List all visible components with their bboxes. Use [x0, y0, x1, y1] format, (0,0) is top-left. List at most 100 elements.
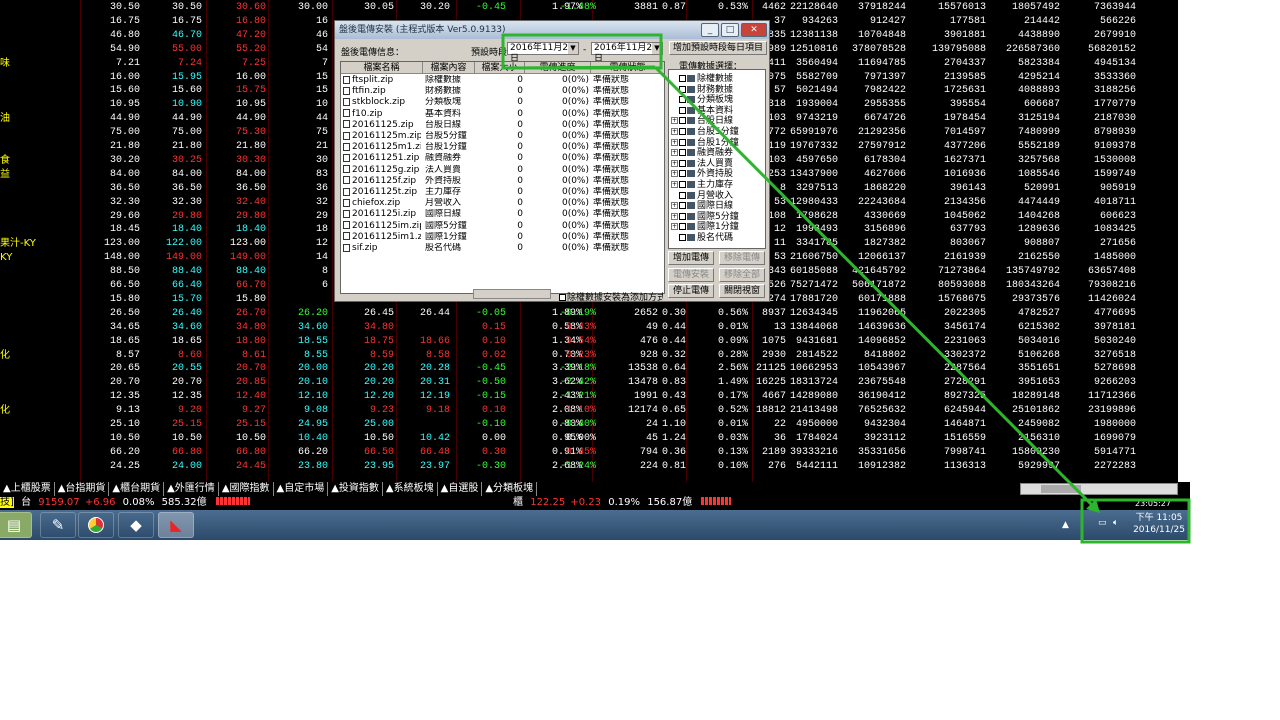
expand-icon[interactable]: +	[671, 212, 678, 220]
stop-download-button[interactable]: 停止電傳	[668, 284, 714, 298]
market-tab[interactable]: ▲上櫃股票	[0, 482, 55, 496]
market-tab[interactable]: ▲台指期貨	[55, 482, 110, 496]
expand-icon[interactable]: +	[671, 138, 678, 146]
tree-checkbox[interactable]	[679, 117, 686, 125]
tree-checkbox[interactable]	[679, 128, 686, 135]
tree-item[interactable]: + 法人買賣	[671, 159, 733, 170]
column-header[interactable]: 檔案名稱	[341, 62, 423, 74]
column-header[interactable]: 檔案大小	[475, 62, 525, 74]
expand-icon[interactable]: +	[671, 181, 678, 188]
file-row[interactable]: 20161125m.zip 台股5分鐘 0 0(0%) 準備狀態	[341, 131, 664, 142]
tray-expand-icon[interactable]: ▲	[1062, 520, 1069, 530]
tree-checkbox[interactable]	[679, 170, 686, 178]
file-row[interactable]: 20161125i.zip 國際日線 0 0(0%) 準備狀態	[341, 209, 664, 220]
tree-checkbox[interactable]	[679, 181, 686, 188]
table-row[interactable]: 10.50 10.50 10.50 10.40 10.50 10.42 0.00 0.95% 0…	[0, 432, 1190, 446]
volume-icon[interactable]: 🔈︎	[1113, 518, 1118, 528]
tree-checkbox[interactable]	[679, 191, 686, 199]
table-row[interactable]: 化 9.13 9.20 9.27 9.08 9.23 9.18 0.10 2.08% 1.10% 1…	[0, 404, 1190, 418]
tree-checkbox[interactable]	[679, 96, 686, 104]
vertical-scrollbar[interactable]	[1178, 0, 1190, 482]
file-row[interactable]: 20161125.zip 台股日線 0 0(0%) 準備狀態	[341, 120, 664, 131]
table-row[interactable]: 26.50 26.40 26.70 26.20 26.45 26.44 -0.05 1.89%…	[0, 307, 1190, 321]
tree-item[interactable]: + 主力庫存	[671, 180, 733, 191]
tree-checkbox[interactable]	[679, 149, 686, 157]
remove-all-button[interactable]: 移除全部	[719, 268, 765, 282]
tree-checkbox[interactable]	[679, 85, 686, 93]
market-tab[interactable]: ▲系統板塊	[383, 482, 438, 496]
expand-icon[interactable]: +	[671, 223, 678, 231]
market-tab[interactable]: ▲投資指數	[328, 482, 383, 496]
append-checkbox-row[interactable]: 除權數據安裝為添加方式	[559, 290, 663, 303]
tree-checkbox[interactable]	[679, 159, 686, 167]
tree-checkbox[interactable]	[679, 106, 686, 114]
market-tab[interactable]: ▲分類板塊	[482, 482, 538, 496]
trading-app-icon[interactable]: ◣	[158, 512, 194, 538]
date-to-select[interactable]: 2016年11月25日 ▼	[591, 42, 663, 64]
table-row[interactable]: 20.65 20.55 20.70 20.00 20.20 20.28 -0.45 3.39%…	[0, 362, 1190, 376]
remove-download-button[interactable]: 移除電傳	[719, 251, 765, 265]
market-tab[interactable]: ▲外匯行情	[164, 482, 219, 496]
table-row[interactable]: 20.70 20.70 20.85 20.10 20.20 20.31 -0.50 3.62%…	[0, 376, 1190, 390]
tree-item[interactable]: 除權數據	[671, 74, 733, 85]
tree-checkbox[interactable]	[679, 234, 686, 241]
tree-item[interactable]: + 外資持股	[671, 169, 733, 180]
tree-item[interactable]: 財務數據	[671, 85, 733, 96]
add-download-button[interactable]: 增加電傳	[668, 251, 714, 265]
market-tab[interactable]: ▲自定市場	[274, 482, 329, 496]
tree-item[interactable]: + 國際5分鐘	[671, 212, 739, 223]
table-row[interactable]: 24.25 24.00 24.45 23.80 23.95 23.97 -0.30 2.68%…	[0, 460, 1190, 474]
table-row[interactable]: 66.20 66.80 66.80 66.20 66.50 66.48 0.30 0.91% 0…	[0, 446, 1190, 460]
table-row[interactable]: 25.10 25.15 25.15 24.95 25.00 -0.10 0.80% -0.40…	[0, 418, 1190, 432]
file-row[interactable]: 20161125t.zip 主力庫存 0 0(0%) 準備狀態	[341, 187, 664, 198]
close-window-button[interactable]: 關閉視窗	[719, 284, 765, 298]
expand-icon[interactable]: +	[671, 117, 678, 125]
horizontal-scrollbar[interactable]	[1020, 483, 1178, 495]
file-row[interactable]: sif.zip 股名代碼 0 0(0%) 準備狀態	[341, 243, 664, 254]
expand-icon[interactable]: +	[671, 149, 678, 157]
market-tab[interactable]: ▲櫃台期貨	[109, 482, 165, 496]
file-row[interactable]: 20161125im1.zip 國際1分鐘 0 0(0%) 準備狀態	[341, 232, 664, 243]
tree-checkbox[interactable]	[679, 223, 686, 231]
table-row[interactable]: 34.65 34.60 34.80 34.60 34.80 0.15 0.58% 0.43% 4…	[0, 321, 1190, 335]
table-row[interactable]: 12.35 12.35 12.40 12.10 12.20 12.19 -0.15 2.43%…	[0, 390, 1190, 404]
tree-item[interactable]: 基本資料	[671, 106, 733, 117]
dialog-title-bar[interactable]: 盤後電傳安裝 (主程式版本 Ver5.0.9133) _ □ ✕	[335, 21, 769, 39]
file-row[interactable]: 20161125f.zip 外資持股 0 0(0%) 準備狀態	[341, 176, 664, 187]
table-row[interactable]: 18.65 18.65 18.80 18.55 18.75 18.66 0.10 1.34% 0…	[0, 335, 1190, 349]
tree-item[interactable]: + 國際日線	[671, 201, 733, 212]
expand-icon[interactable]: +	[671, 128, 678, 135]
file-row[interactable]: 20161125g.zip 法人買賣 0 0(0%) 準備狀態	[341, 165, 664, 176]
clock[interactable]: 下午 11:05 2016/11/25	[1130, 512, 1188, 536]
tree-checkbox[interactable]	[679, 212, 686, 220]
file-row[interactable]: f10.zip 基本資料 0 0(0%) 準備狀態	[341, 109, 664, 120]
file-row[interactable]: ftfin.zip 財務數據 0 0(0%) 準備狀態	[341, 86, 664, 97]
file-row[interactable]: ftsplit.zip 除權數據 0 0(0%) 準備狀態	[341, 75, 664, 86]
tree-item[interactable]: + 台股日線	[671, 116, 733, 127]
date-from-select[interactable]: 2016年11月25日 ▼	[507, 42, 579, 64]
table-row[interactable]: 30.50 30.50 30.60 30.00 30.05 30.20 -0.45 1.97%…	[0, 1, 1190, 15]
tree-item[interactable]: 股名代碼	[671, 233, 733, 244]
tree-checkbox[interactable]	[679, 138, 686, 146]
file-row[interactable]: stkblock.zip 分類板塊 0 0(0%) 準備狀態	[341, 97, 664, 108]
tree-checkbox[interactable]	[679, 75, 686, 82]
column-header[interactable]: 電傳狀態	[591, 62, 664, 74]
expand-icon[interactable]: +	[671, 202, 678, 210]
maximize-button[interactable]: □	[721, 23, 739, 37]
tree-item[interactable]: 分類板塊	[671, 95, 733, 106]
expand-icon[interactable]: +	[671, 170, 678, 178]
folder-icon[interactable]: ▤	[0, 512, 32, 538]
file-row[interactable]: 20161125im.zip 國際5分鐘 0 0(0%) 準備狀態	[341, 221, 664, 232]
table-row[interactable]: 化 8.57 8.60 8.61 8.55 8.59 8.58 0.02 0.70% 0.23% 9…	[0, 349, 1190, 363]
network-icon[interactable]: ▭	[1098, 518, 1107, 528]
expand-icon[interactable]: +	[671, 159, 678, 167]
market-tab[interactable]: ▲自選股	[438, 482, 483, 496]
chrome-icon[interactable]	[78, 512, 114, 538]
tree-checkbox[interactable]	[679, 202, 686, 210]
gem-icon[interactable]: ◆	[118, 512, 154, 538]
market-tab[interactable]: ▲國際指數	[219, 482, 274, 496]
file-row[interactable]: chiefox.zip 月營收入 0 0(0%) 準備狀態	[341, 198, 664, 209]
install-button[interactable]: 電傳安裝	[668, 268, 714, 282]
close-button[interactable]: ✕	[741, 23, 767, 37]
file-row[interactable]: 20161125m1.zip 台股1分鐘 0 0(0%) 準備狀態	[341, 142, 664, 153]
